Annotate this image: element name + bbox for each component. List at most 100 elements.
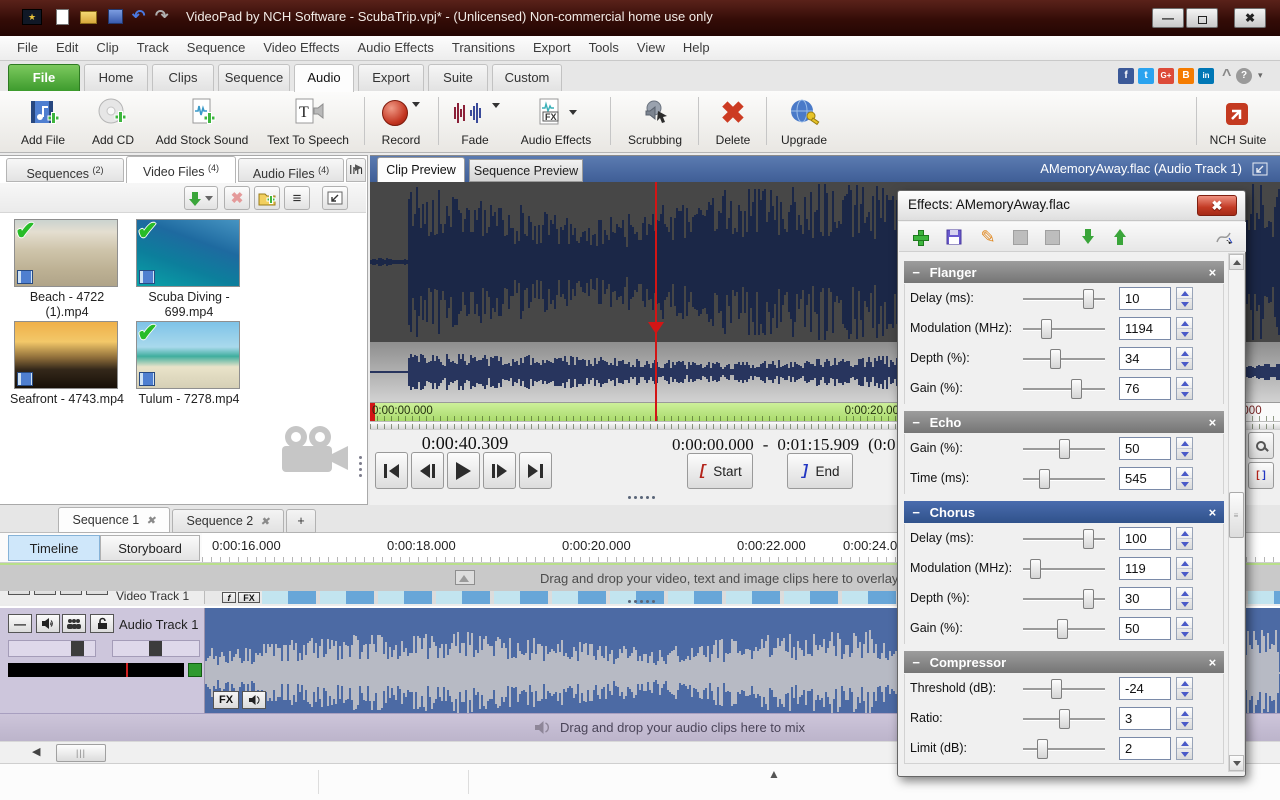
volume-slider[interactable] [8, 640, 96, 657]
scrubbing-button[interactable]: Scrubbing [618, 94, 692, 150]
spin-up-icon[interactable] [1177, 378, 1192, 389]
spin-up-icon[interactable] [1177, 618, 1192, 629]
play-button[interactable] [447, 452, 480, 489]
set-start-button[interactable]: [Start [687, 453, 753, 489]
value-spinner[interactable] [1176, 317, 1193, 340]
dialog-title-bar[interactable]: Effects: AMemoryAway.flac [898, 191, 1245, 221]
tab-sequence[interactable]: Sequence [218, 64, 290, 91]
tab-sequence-2[interactable]: Sequence 2✖ [172, 509, 284, 533]
close-tab-icon[interactable]: ✖ [260, 515, 269, 528]
open-project-icon[interactable] [80, 11, 97, 24]
spin-down-icon[interactable] [1177, 329, 1192, 339]
parameter-value-input[interactable]: 100 [1119, 527, 1171, 550]
fade-button[interactable]: Fade [446, 94, 504, 150]
mute-track-button[interactable] [34, 591, 56, 595]
spin-up-icon[interactable] [1177, 738, 1192, 749]
parameter-value-input[interactable]: 545 [1119, 467, 1171, 490]
undo-icon[interactable]: ↶ [132, 9, 145, 25]
value-spinner[interactable] [1176, 287, 1193, 310]
selection-end-time[interactable]: 0:01:15.909 [777, 435, 859, 455]
help-icon[interactable]: ? [1236, 68, 1252, 84]
parameter-value-input[interactable]: 2 [1119, 737, 1171, 760]
add-cd-button[interactable]: Add CD [82, 94, 144, 150]
value-spinner[interactable] [1176, 467, 1193, 490]
move-effect-down-button[interactable] [1075, 225, 1101, 249]
record-button[interactable]: Record [372, 94, 430, 150]
file-thumbnail-tulum[interactable]: ✔ [136, 321, 240, 389]
twitter-icon[interactable]: t [1138, 68, 1154, 84]
edit-effect-button[interactable]: ✎ [975, 225, 1001, 249]
spin-up-icon[interactable] [1177, 468, 1192, 479]
scrollbar-thumb[interactable]: ≡ [1229, 492, 1244, 538]
tab-sequence-1[interactable]: Sequence 1✖ [58, 507, 170, 533]
slider-thumb[interactable] [1057, 619, 1068, 639]
tab-clip-preview[interactable]: Clip Preview [377, 157, 465, 182]
selection-brackets-button[interactable]: [ ] [1248, 462, 1274, 489]
delete-button[interactable]: ✖ Delete [704, 94, 762, 150]
video-clip-fade-button[interactable]: f [222, 592, 236, 603]
value-spinner[interactable] [1176, 587, 1193, 610]
parameter-slider[interactable] [1023, 619, 1105, 639]
menu-audio-effects[interactable]: Audio Effects [349, 36, 443, 60]
set-end-button[interactable]: ]End [787, 453, 853, 489]
blogger-icon[interactable]: B [1178, 68, 1194, 84]
save-project-icon[interactable] [108, 9, 123, 24]
spin-down-icon[interactable] [1177, 689, 1192, 699]
parameter-value-input[interactable]: 30 [1119, 587, 1171, 610]
value-spinner[interactable] [1176, 527, 1193, 550]
scrollbar-thumb[interactable]: ||| [56, 744, 106, 762]
tab-home[interactable]: Home [84, 64, 148, 91]
import-files-button[interactable] [184, 186, 218, 210]
spin-down-icon[interactable] [1177, 359, 1192, 369]
fade-dropdown-icon[interactable] [492, 103, 500, 108]
collapse-section-icon[interactable]: − [912, 265, 920, 280]
list-view-button[interactable]: ≡ [284, 186, 310, 210]
tab-audio[interactable]: Audio [294, 64, 354, 92]
scroll-down-button[interactable] [1229, 755, 1244, 771]
parameter-slider[interactable] [1023, 739, 1105, 759]
tab-scroll-right-icon[interactable]: ▶ [355, 162, 362, 173]
menu-sequence[interactable]: Sequence [178, 36, 255, 60]
tab-suite[interactable]: Suite [428, 64, 488, 91]
horizontal-splitter-handle[interactable] [628, 496, 655, 499]
parameter-value-input[interactable]: -24 [1119, 677, 1171, 700]
move-effect-up-button[interactable] [1107, 225, 1133, 249]
value-spinner[interactable] [1176, 347, 1193, 370]
minimize-button[interactable]: — [1152, 8, 1184, 28]
menu-file[interactable]: File [8, 36, 47, 60]
pan-slider[interactable] [112, 640, 200, 657]
collapse-section-icon[interactable]: − [912, 415, 920, 430]
parameter-slider[interactable] [1023, 559, 1105, 579]
timeline-view-button[interactable]: Timeline [8, 535, 100, 561]
go-to-start-button[interactable] [375, 452, 408, 489]
clip-fx-button[interactable]: FX [213, 691, 239, 709]
go-to-end-button[interactable] [519, 452, 552, 489]
collapse-ribbon-icon[interactable]: ^ [1222, 67, 1231, 85]
collapse-track-button[interactable]: — [8, 614, 32, 633]
zoom-button[interactable] [1248, 432, 1274, 459]
parameter-slider[interactable] [1023, 349, 1105, 369]
section-header-chorus[interactable]: − Chorus × [904, 501, 1224, 523]
slider-thumb[interactable] [1051, 679, 1062, 699]
slider-thumb[interactable] [1030, 559, 1041, 579]
playhead-line[interactable] [655, 182, 657, 421]
parameter-value-input[interactable]: 50 [1119, 617, 1171, 640]
link-tracks-button[interactable] [62, 614, 86, 633]
video-clip-fx-button[interactable]: FX [238, 592, 260, 603]
slider-thumb[interactable] [71, 641, 84, 656]
collapse-section-icon[interactable]: − [912, 655, 920, 670]
remove-section-icon[interactable]: × [1208, 415, 1216, 430]
slider-thumb[interactable] [1083, 289, 1094, 309]
spin-down-icon[interactable] [1177, 719, 1192, 729]
slider-thumb[interactable] [1059, 709, 1070, 729]
menu-clip[interactable]: Clip [87, 36, 127, 60]
previous-frame-button[interactable] [411, 452, 444, 489]
dialog-scrollbar[interactable]: ≡ [1228, 253, 1245, 772]
slider-thumb[interactable] [149, 641, 162, 656]
menu-edit[interactable]: Edit [47, 36, 87, 60]
tab-sequences[interactable]: Sequences (2) [6, 158, 124, 182]
collapse-track-button[interactable] [8, 591, 30, 595]
parameter-slider[interactable] [1023, 589, 1105, 609]
playhead-marker-icon[interactable] [648, 322, 664, 334]
upgrade-button[interactable]: Upgrade [772, 94, 836, 150]
